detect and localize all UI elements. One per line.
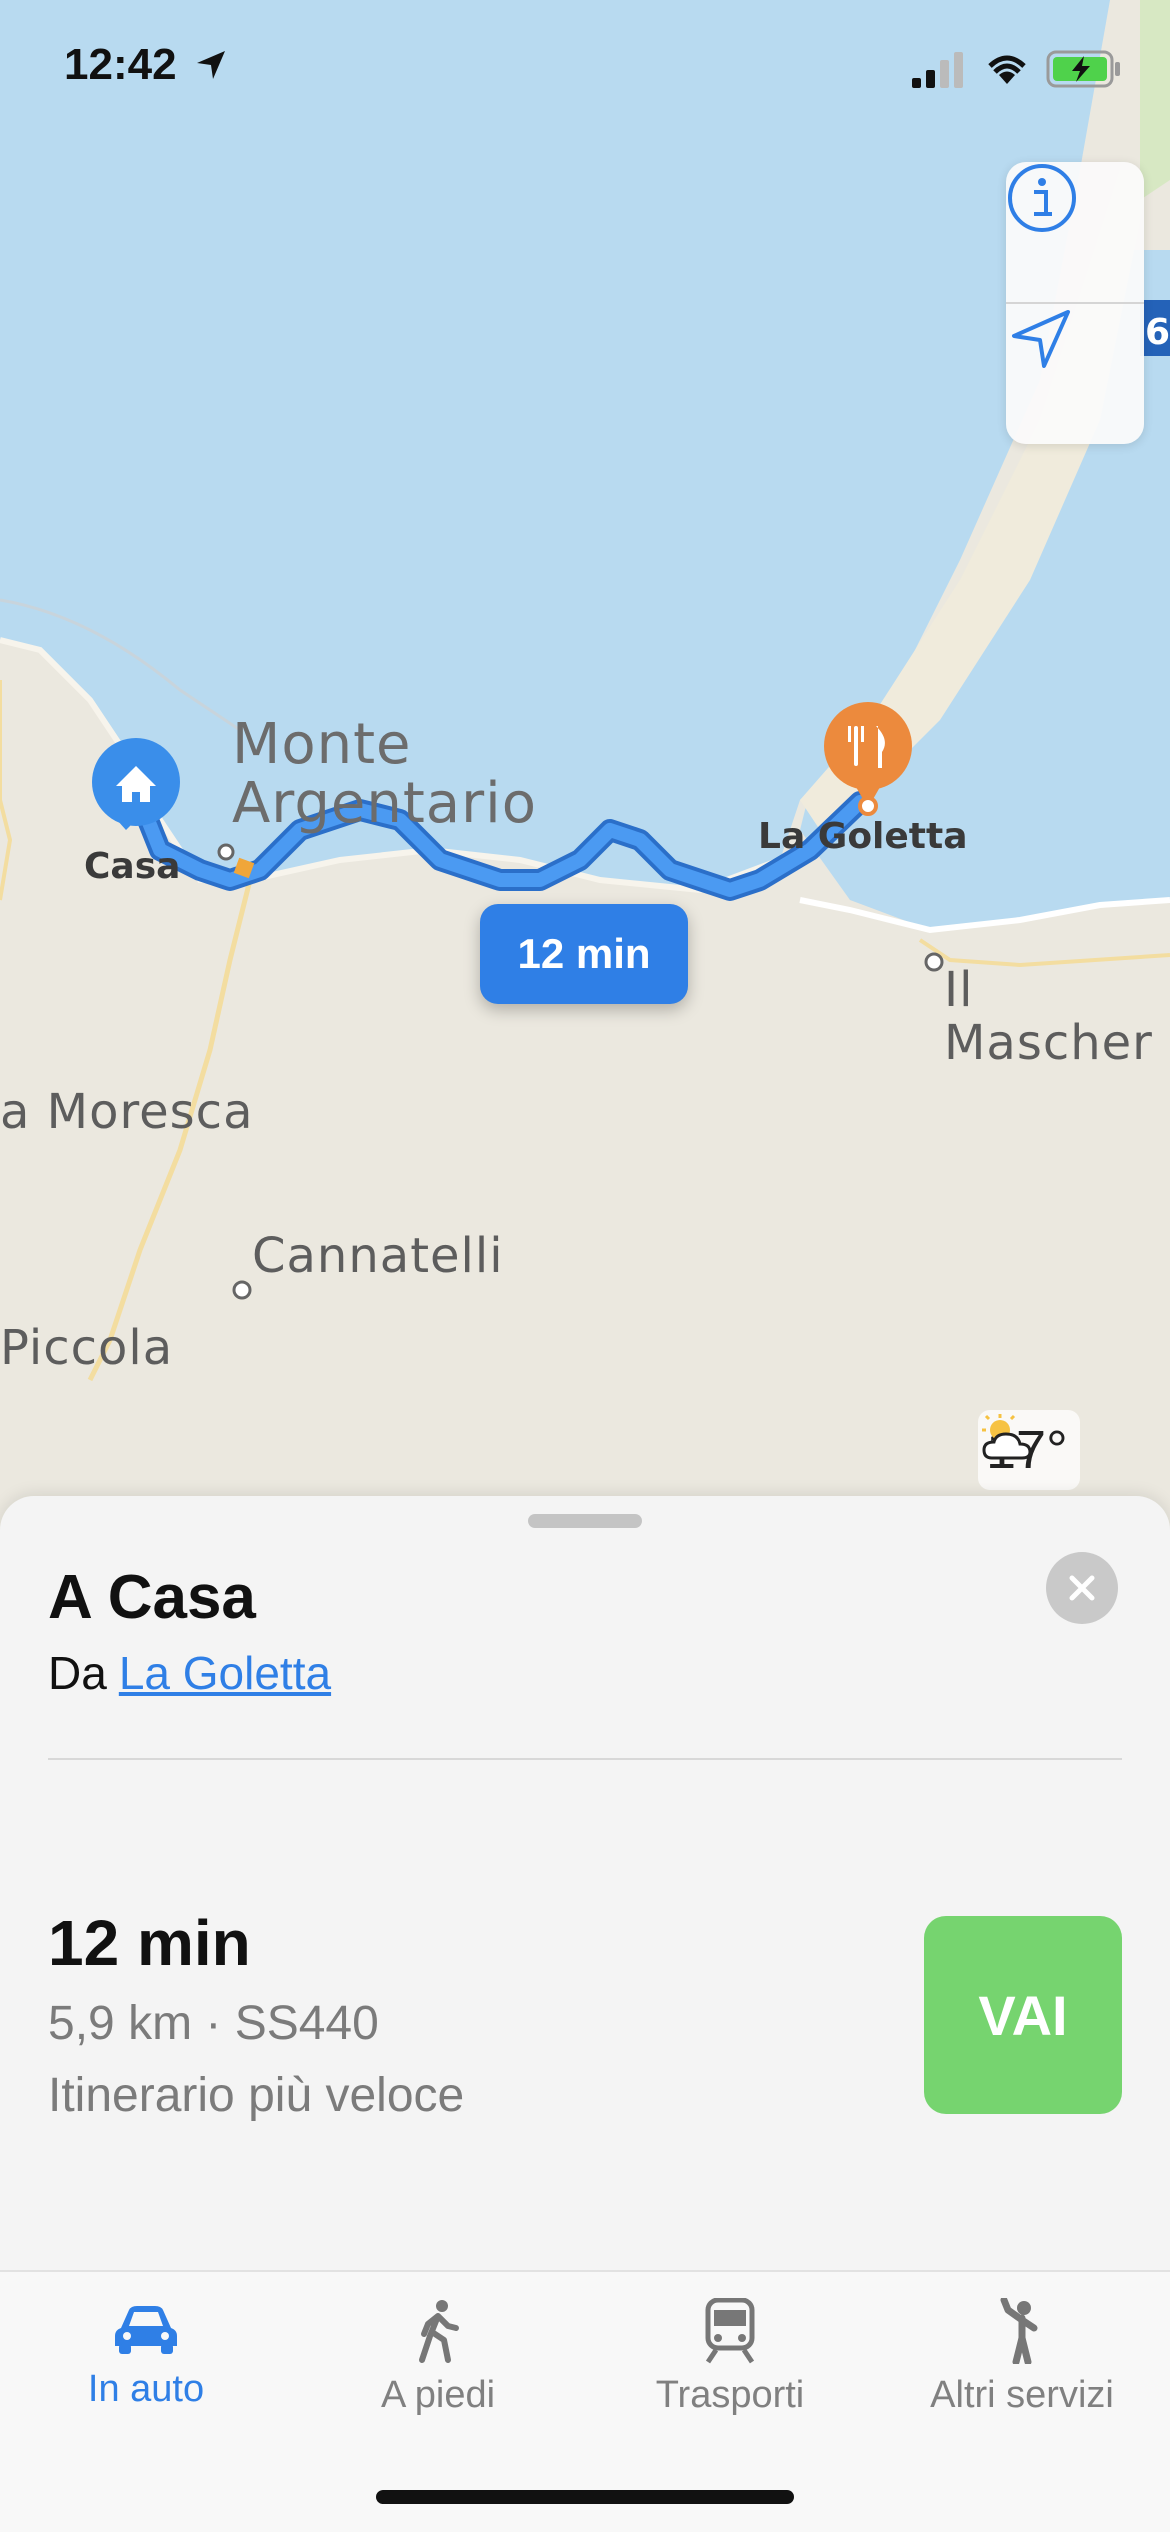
map-controls (1006, 162, 1144, 444)
close-button[interactable] (1046, 1552, 1118, 1624)
cellular-signal-icon (912, 52, 963, 88)
location-arrow-icon (1012, 310, 1070, 368)
weather-widget: 17° (978, 1410, 1080, 1490)
tab-trasporti[interactable]: Trasporti (584, 2298, 876, 2448)
map-canvas: 6 (0, 0, 1170, 1560)
map-label-cannatelli: Cannatelli (252, 1228, 504, 1284)
train-icon (705, 2298, 755, 2364)
tab-label: A piedi (380, 2374, 496, 2416)
tab-label: Altri servizi (930, 2374, 1114, 2416)
map-label-la-goletta: La Goletta (758, 816, 968, 857)
route-description: Itinerario più veloce (48, 2069, 465, 2122)
info-button[interactable] (1006, 162, 1144, 302)
partly-cloudy-icon (982, 1414, 1032, 1460)
tab-a-piedi[interactable]: A piedi (292, 2298, 584, 2448)
road-shield-label: 6 (1145, 312, 1170, 353)
route-duration: 12 min (48, 1907, 251, 1979)
location-services-icon (196, 51, 225, 79)
walk-icon (419, 2300, 459, 2363)
map-label-piccola: Piccola (0, 1320, 174, 1376)
car-icon (115, 2306, 177, 2354)
tab-in-auto[interactable]: In auto (0, 2298, 292, 2448)
status-time-text: 12:42 (64, 40, 177, 89)
go-button[interactable]: VAI (924, 1916, 1122, 2114)
locate-button[interactable] (1006, 304, 1144, 444)
tab-label: In auto (87, 2368, 205, 2410)
home-indicator[interactable] (376, 2490, 794, 2504)
map-label-monte-argentario: Monte Argentario (232, 712, 537, 836)
origin-link[interactable]: La Goletta (119, 1647, 331, 1699)
sheet-divider (48, 1758, 1122, 1760)
route-time-badge[interactable]: 12 min (480, 904, 688, 1004)
rideshare-icon (1000, 2298, 1038, 2364)
origin-prefix: Da (48, 1647, 107, 1699)
close-icon (1069, 1575, 1095, 1601)
tab-altri-servizi[interactable]: Altri servizi (876, 2298, 1168, 2448)
wifi-icon (988, 55, 1026, 84)
tab-label: Trasporti (655, 2374, 805, 2416)
info-icon (1008, 164, 1076, 232)
map-label-casa: Casa (84, 846, 181, 887)
route-distance: 5,9 km · SS440 (48, 1997, 379, 2050)
battery-charging-icon (1046, 50, 1120, 88)
destination-title: A Casa (48, 1563, 256, 1632)
map-label-moresca: a Moresca (0, 1084, 254, 1140)
map-view[interactable]: 6 Monte Argentario Casa La Goletta Il Ma… (0, 0, 1170, 1560)
status-time: 12:42 (64, 40, 227, 90)
origin-line: Da La Goletta (48, 1646, 331, 1700)
sheet-grabber[interactable] (528, 1514, 642, 1528)
maps-screen: 6 Monte Argentario Casa La Goletta Il Ma… (0, 0, 1170, 2532)
map-label-il-maschera: Il Mascher (944, 962, 1153, 1071)
